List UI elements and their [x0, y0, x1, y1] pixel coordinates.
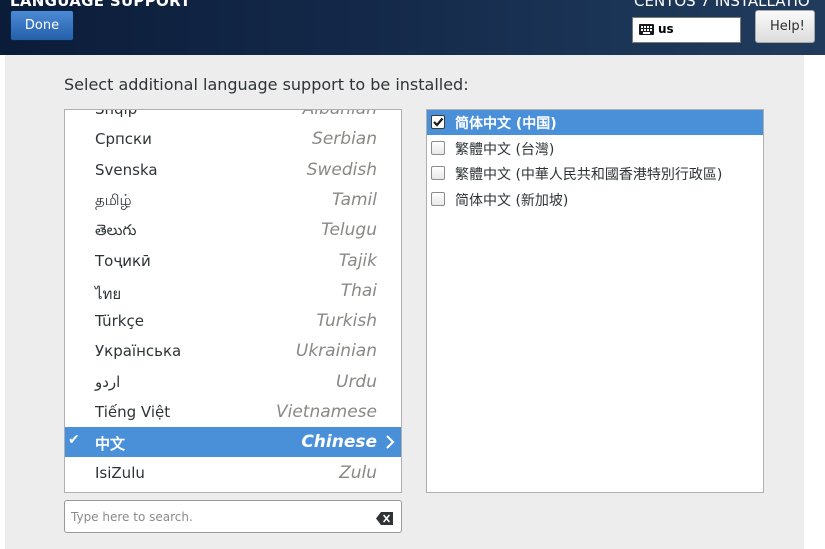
language-english-name: Tamil	[331, 189, 377, 210]
language-row[interactable]: Српски Serbian	[65, 124, 401, 154]
language-native-name: Svenska	[95, 160, 158, 179]
language-english-name: Thai	[340, 280, 377, 301]
page-title: LANGUAGE SUPPORT	[10, 0, 191, 10]
language-english-name: Turkish	[316, 311, 377, 332]
language-row[interactable]: Svenska Swedish	[65, 155, 401, 185]
language-native-name: Shqip	[95, 109, 138, 118]
language-english-name: Zulu	[339, 462, 377, 483]
locale-checkbox[interactable]	[431, 140, 445, 155]
locale-row[interactable]: 繁體中文 (台灣)	[427, 136, 763, 161]
language-row[interactable]: தமிழ் Tamil	[65, 185, 401, 215]
locale-label: 繁體中文 (台灣)	[455, 141, 555, 158]
language-english-name: Albanian	[302, 109, 377, 119]
checkmark-icon: ✔	[68, 432, 80, 449]
language-native-name: Тоҷикӣ	[95, 251, 151, 270]
done-button[interactable]: Done	[10, 10, 74, 41]
language-row[interactable]: ไทย Thai	[65, 276, 401, 306]
language-native-name: Tiếng Việt	[95, 403, 171, 421]
locale-checkbox[interactable]	[431, 166, 445, 180]
locale-row[interactable]: 繁體中文 (中華人民共和國香港特別行政區)	[427, 161, 763, 186]
language-english-name: Vietnamese	[275, 402, 377, 422]
language-row[interactable]: ✔ 中文 Chinese	[65, 427, 401, 458]
locale-checkbox[interactable]	[431, 115, 445, 129]
locale-label: 简体中文 (中国)	[455, 116, 557, 132]
language-native-name: தமிழ்	[95, 190, 132, 209]
language-row[interactable]: Українська Ukrainian	[65, 336, 401, 366]
locale-row[interactable]: 简体中文 (新加坡)	[427, 187, 763, 212]
header-bar: LANGUAGE SUPPORT CENTOS 7 INSTALLATIO Do…	[0, 0, 825, 55]
locale-list[interactable]: 简体中文 (中国) 繁體中文 (台灣) 繁體中文 (中華人民共和國香港特別行政區) 简…	[426, 109, 764, 493]
product-title: CENTOS 7 INSTALLATIO	[634, 0, 810, 10]
language-list[interactable]: Shqip Albanian Српски Serbian Svenska Swedish…	[64, 109, 402, 493]
instruction-text: Select additional language support to be…	[64, 75, 469, 94]
language-english-name: Chinese	[301, 432, 377, 453]
keyboard-layout-indicator[interactable]: us	[632, 17, 741, 43]
language-native-name: Türkçe	[95, 312, 144, 331]
language-row[interactable]: Tiếng Việt Vietnamese	[65, 397, 401, 427]
language-row[interactable]: اردو Urdu	[65, 367, 401, 397]
language-row[interactable]: Shqip Albanian	[65, 109, 401, 124]
language-row[interactable]: Тоҷикӣ Tajik	[65, 246, 401, 276]
locale-label: 繁體中文 (中華人民共和國香港特別行政區)	[455, 167, 723, 183]
search-input[interactable]	[71, 505, 361, 528]
language-native-name: Српски	[95, 130, 152, 149]
language-row[interactable]: IsiZulu Zulu	[65, 458, 401, 488]
locale-label: 简体中文 (新加坡)	[455, 192, 569, 209]
language-native-name: 中文	[95, 435, 126, 454]
help-button[interactable]: Help!	[755, 10, 815, 43]
language-native-name: Українська	[95, 342, 182, 361]
window-edge	[804, 55, 825, 549]
search-box[interactable]	[64, 500, 402, 533]
language-native-name: IsiZulu	[95, 463, 145, 482]
keyboard-icon	[639, 24, 654, 35]
language-english-name: Swedish	[306, 159, 377, 180]
keyboard-layout-label: us	[658, 22, 674, 36]
checkmark-icon	[433, 117, 444, 127]
language-english-name: Tajik	[338, 250, 377, 271]
language-english-name: Telugu	[321, 220, 377, 241]
locale-checkbox[interactable]	[431, 191, 445, 206]
language-english-name: Urdu	[336, 371, 377, 392]
language-native-name: తెలుగు	[95, 221, 137, 240]
locale-row[interactable]: 简体中文 (中国)	[427, 110, 763, 135]
language-native-name: اردو	[95, 372, 121, 391]
language-row[interactable]: తెలుగు Telugu	[65, 215, 401, 245]
language-english-name: Serbian	[312, 129, 377, 150]
chevron-right-icon	[386, 435, 395, 450]
language-english-name: Ukrainian	[295, 341, 377, 362]
language-native-name: ไทย	[95, 284, 122, 303]
language-row[interactable]: Türkçe Turkish	[65, 306, 401, 336]
clear-search-icon[interactable]	[376, 510, 393, 525]
